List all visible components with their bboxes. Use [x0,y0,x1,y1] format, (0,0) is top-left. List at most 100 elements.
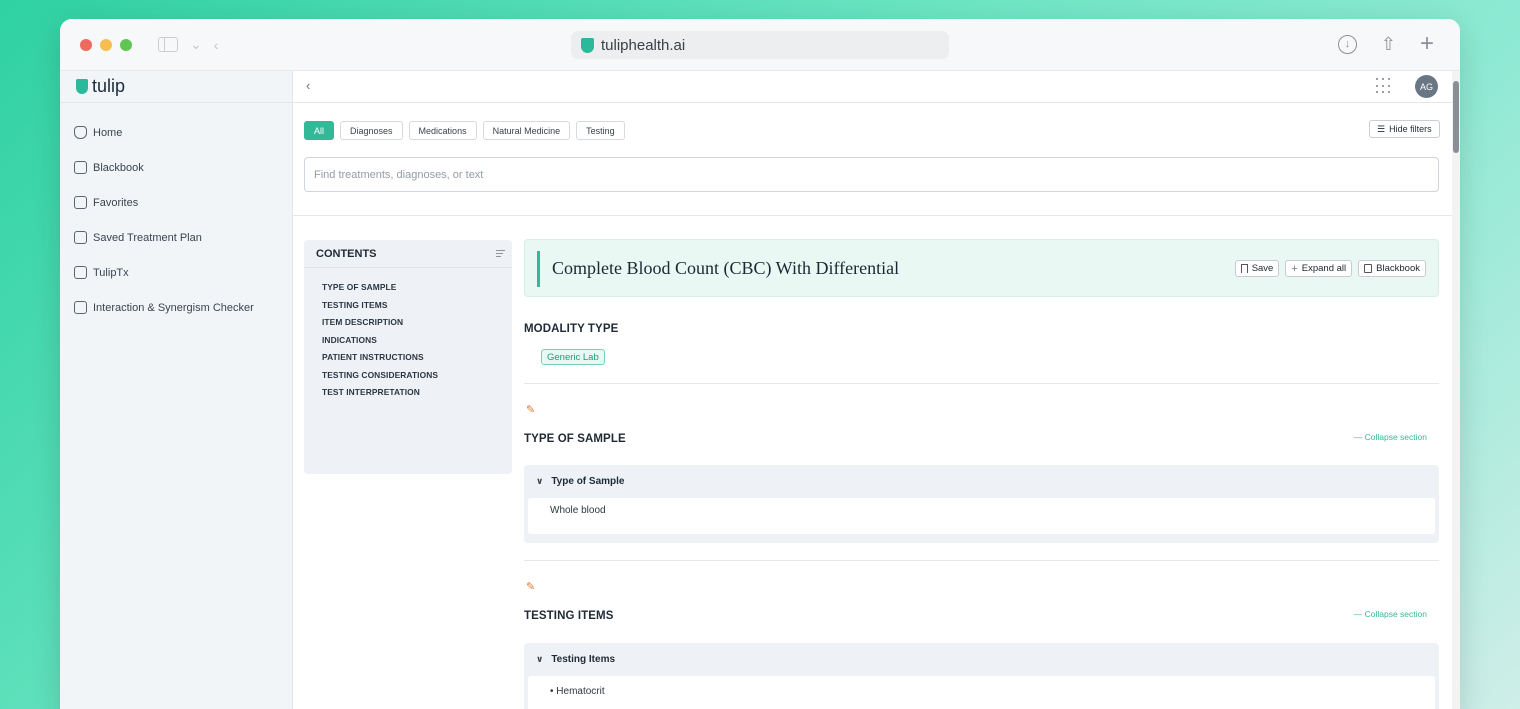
accordion-body: Whole blood [528,498,1435,534]
sidebar-nav: Home Blackbook Favorites Saved Treatment… [60,103,292,325]
collapse-label: Collapse section [1364,432,1427,442]
plus-icon: + [1291,262,1298,275]
modality-badge: Generic Lab [541,349,605,365]
collapse-section-button[interactable]: — Collapse section [1354,609,1427,619]
hide-filters-label: Hide filters [1389,124,1432,134]
sidebar-item-interaction-checker[interactable]: Interaction & Synergism Checker [60,290,292,325]
close-window-button[interactable] [80,39,92,51]
sidebar-item-home[interactable]: Home [60,115,292,150]
section-card-testing-items: ∨ Testing Items • Hematocrit [524,643,1439,709]
share-icon[interactable]: ⇧ [1381,35,1396,53]
chevron-down-icon: ∨ [536,654,544,664]
accordion-title: Type of Sample [551,476,625,487]
section-body-text: Whole blood [550,505,606,516]
pencil-icon[interactable]: ✎ [526,403,535,416]
search-input[interactable]: Find treatments, diagnoses, or text [304,157,1439,192]
home-icon [74,126,87,139]
sidebar-item-label: Favorites [93,196,139,209]
blackbook-label: Blackbook [1376,263,1420,274]
toc-menu-icon[interactable] [496,250,505,259]
toc-item-indications[interactable]: INDICATIONS [322,335,512,353]
pencil-icon[interactable]: ✎ [526,580,535,593]
accordion-header[interactable]: ∨ Type of Sample [524,465,1439,498]
toc-heading: CONTENTS [304,240,512,268]
sidebar-item-label: Saved Treatment Plan [93,231,202,244]
toc-item-item-description[interactable]: ITEM DESCRIPTION [322,317,512,335]
sidebar-item-blackbook[interactable]: Blackbook [60,150,292,185]
zoom-window-button[interactable] [120,39,132,51]
filter-chip-natural-medicine[interactable]: Natural Medicine [482,121,571,140]
section-heading-type-of-sample: TYPE OF SAMPLE [524,433,626,445]
save-label: Save [1251,263,1274,274]
toc-item-testing-items[interactable]: TESTING ITEMS [322,300,512,318]
minimize-window-button[interactable] [100,39,112,51]
title-actions: Save + Expand all Blackbook [1234,260,1426,277]
filter-chip-medications[interactable]: Medications [408,121,477,140]
divider [524,560,1439,561]
tulip-logo-icon [76,79,88,94]
table-of-contents: CONTENTS TYPE OF SAMPLE TESTING ITEMS IT… [304,240,512,474]
sidebar-item-tuliptx[interactable]: TulipTx [60,255,292,290]
saved-plan-icon [74,231,87,244]
sidebar-item-saved-treatment-plan[interactable]: Saved Treatment Plan [60,220,292,255]
download-icon[interactable]: ↓ [1337,34,1357,54]
chevron-down-icon[interactable]: ⌄ [190,36,202,53]
toc-heading-label: CONTENTS [316,247,377,260]
sidebar: tulip Home Blackbook Favorites Saved Tre… [60,71,293,709]
divider [293,215,1452,216]
list-item-text: Hematocrit [556,686,605,697]
accordion-title: Testing Items [551,654,616,665]
top-bar: ‹ AG [293,71,1460,103]
browser-actions: ↓ ⇧ + [1337,32,1434,56]
title-card: Complete Blood Count (CBC) With Differen… [524,239,1439,297]
book-icon [74,161,87,174]
folder-icon [74,196,87,209]
main-content: ‹ AG All Diagnoses Medications Natural M… [293,71,1460,709]
address-bar[interactable]: tuliphealth.ai [571,31,949,59]
sidebar-item-favorites[interactable]: Favorites [60,185,292,220]
chevron-down-icon: ∨ [536,476,544,486]
url-text: tuliphealth.ai [601,36,686,54]
toc-item-type-of-sample[interactable]: TYPE OF SAMPLE [322,282,512,300]
sidebar-item-label: TulipTx [93,266,129,279]
toc-list: TYPE OF SAMPLE TESTING ITEMS ITEM DESCRI… [304,268,512,405]
avatar[interactable]: AG [1415,75,1438,98]
toc-item-test-interpretation[interactable]: TEST INTERPRETATION [322,387,512,405]
save-button[interactable]: Save [1234,260,1280,277]
apps-grid-icon[interactable] [1376,78,1392,94]
sidebar-item-label: Interaction & Synergism Checker [93,301,254,314]
expand-all-button[interactable]: + Expand all [1285,260,1353,277]
filter-chip-diagnoses[interactable]: Diagnoses [340,121,403,140]
brand-logo[interactable]: tulip [60,71,292,103]
back-arrow-icon[interactable]: ‹ [214,37,219,53]
filter-chip-testing[interactable]: Testing [576,121,625,140]
collapse-sidebar-icon[interactable]: ‹ [306,78,310,93]
browser-window: ⌄ ‹ tuliphealth.ai ↓ ⇧ + tulip Home Blac… [60,19,1460,709]
filter-chip-all[interactable]: All [304,121,335,140]
document-icon [74,266,87,279]
window-controls [80,39,132,51]
sidebar-item-label: Blackbook [93,161,144,174]
new-tab-icon[interactable]: + [1420,32,1434,56]
accordion-header[interactable]: ∨ Testing Items [524,643,1439,676]
book-icon [1364,264,1373,273]
hide-filters-button[interactable]: ☰ Hide filters [1369,120,1440,138]
scrollbar-thumb[interactable] [1453,81,1459,153]
browser-toolbar: ⌄ ‹ tuliphealth.ai ↓ ⇧ + [60,19,1460,71]
collapse-section-button[interactable]: — Collapse section [1354,432,1427,442]
divider [524,383,1439,384]
toc-item-patient-instructions[interactable]: PATIENT INSTRUCTIONS [322,352,512,370]
title-accent-bar [537,251,540,287]
page-title: Complete Blood Count (CBC) With Differen… [552,258,900,278]
sidebar-toggle-icon[interactable] [158,37,178,52]
checker-icon [74,301,87,314]
toc-item-testing-considerations[interactable]: TESTING CONSIDERATIONS [322,370,512,388]
blackbook-button[interactable]: Blackbook [1358,260,1426,277]
site-favicon-icon [581,37,594,53]
brand-name: tulip [92,76,126,96]
sidebar-item-label: Home [93,126,123,139]
scrollbar[interactable] [1452,71,1460,709]
filter-chips: All Diagnoses Medications Natural Medici… [304,121,625,140]
section-card-type-of-sample: ∨ Type of Sample Whole blood [524,465,1439,543]
list-item: • Hematocrit [550,686,605,697]
